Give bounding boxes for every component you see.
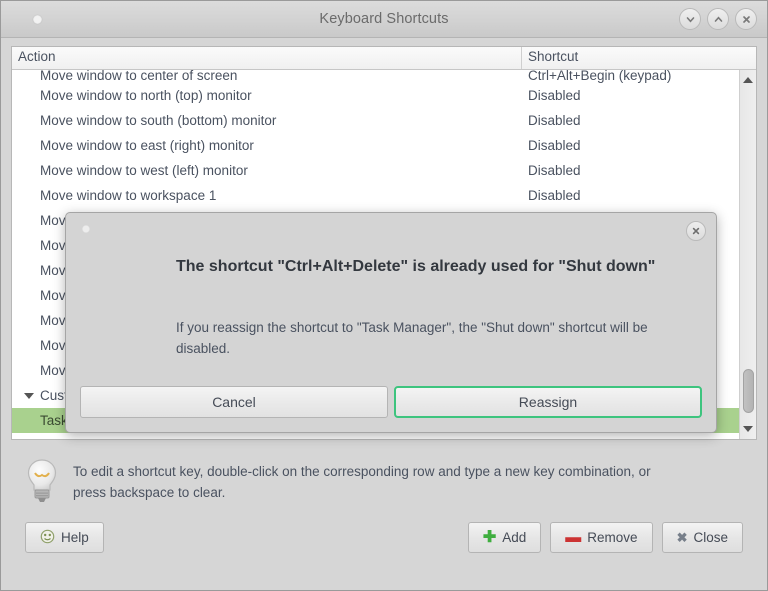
maximize-button[interactable] bbox=[707, 8, 729, 30]
dialog-primary-text: The shortcut "Ctrl+Alt+Delete" is alread… bbox=[176, 258, 656, 275]
close-button[interactable] bbox=[735, 8, 757, 30]
close-window-button[interactable]: ✖ Close bbox=[661, 522, 743, 553]
help-icon bbox=[40, 529, 55, 547]
treeview-header: Action Shortcut bbox=[12, 47, 756, 70]
close-icon bbox=[742, 15, 750, 23]
row-action-cell: Move window to workspace 1 bbox=[40, 188, 217, 203]
row-shortcut-cell: Disabled bbox=[528, 88, 581, 103]
table-row[interactable]: Move window to east (right) monitor Disab… bbox=[12, 133, 739, 158]
row-action-cell: Move window to south (bottom) monitor bbox=[40, 113, 277, 128]
row-shortcut-cell: Disabled bbox=[528, 188, 581, 203]
scrollbar-thumb[interactable] bbox=[743, 369, 754, 413]
scroll-down-arrow-icon[interactable] bbox=[740, 421, 756, 437]
dialog-cancel-button[interactable]: Cancel bbox=[80, 386, 388, 418]
help-button-label: Help bbox=[61, 530, 89, 545]
table-row[interactable]: Move window to center of screen Ctrl+Alt+… bbox=[12, 70, 739, 83]
window-title: Keyboard Shortcuts bbox=[319, 11, 449, 27]
window-titlebar: Keyboard Shortcuts bbox=[1, 1, 767, 38]
scroll-up-arrow-icon[interactable] bbox=[740, 72, 756, 88]
dialog-close-button[interactable] bbox=[686, 221, 706, 241]
table-row[interactable]: Move window to north (top) monitor Disabl… bbox=[12, 83, 739, 108]
chevron-down-icon bbox=[686, 16, 694, 22]
chevron-up-icon bbox=[714, 16, 722, 22]
add-button-label: Add bbox=[502, 530, 527, 545]
row-shortcut-cell: Disabled bbox=[528, 163, 581, 178]
treeview-scrollbar[interactable] bbox=[739, 70, 756, 439]
column-header-shortcut[interactable]: Shortcut bbox=[522, 47, 756, 69]
remove-button-label: Remove bbox=[587, 530, 638, 545]
table-row[interactable]: Move window to south (bottom) monitor Dis… bbox=[12, 108, 739, 133]
footer-button-bar: Help ✚ Add ▬ Remove ✖ Close bbox=[11, 514, 757, 590]
row-shortcut-cell: Disabled bbox=[528, 113, 581, 128]
close-button-label: Close bbox=[693, 530, 728, 545]
table-row[interactable]: Move window to west (left) monitor Disabl… bbox=[12, 158, 739, 183]
remove-button[interactable]: ▬ Remove bbox=[550, 522, 653, 553]
window-controls bbox=[679, 8, 757, 30]
dialog-reassign-button[interactable]: Reassign bbox=[393, 386, 702, 418]
table-row[interactable]: Move window to workspace 1 Disabled bbox=[12, 183, 739, 208]
minimize-button[interactable] bbox=[679, 8, 701, 30]
minus-icon: ▬ bbox=[565, 528, 582, 546]
column-header-action[interactable]: Action bbox=[12, 47, 522, 69]
row-action-cell: Move window to west (left) monitor bbox=[40, 163, 248, 178]
dialog-secondary-text: If you reassign the shortcut to "Task Ma… bbox=[176, 320, 648, 356]
lightbulb-icon bbox=[25, 457, 61, 510]
row-action-cell: Move window to center of screen bbox=[40, 70, 238, 83]
close-icon bbox=[692, 227, 700, 235]
tip-text: To edit a shortcut key, double-click on … bbox=[73, 464, 651, 500]
row-shortcut-cell: Ctrl+Alt+Begin (keypad) bbox=[528, 70, 672, 83]
keyboard-shortcuts-window: Keyboard Shortcuts Action Shortcut Move … bbox=[0, 0, 768, 591]
row-action-cell: Move window to north (top) monitor bbox=[40, 88, 252, 103]
close-x-icon: ✖ bbox=[676, 530, 688, 545]
help-button[interactable]: Help bbox=[25, 522, 104, 553]
dialog-button-row: Cancel Reassign bbox=[80, 386, 702, 418]
row-action-cell: Move window to east (right) monitor bbox=[40, 138, 254, 153]
tip-area: To edit a shortcut key, double-click on … bbox=[11, 440, 757, 514]
expander-triangle-icon[interactable] bbox=[24, 392, 34, 399]
row-shortcut-cell: Disabled bbox=[528, 138, 581, 153]
dialog-menu-dot-icon[interactable] bbox=[82, 225, 90, 233]
plus-icon: ✚ bbox=[482, 528, 497, 546]
window-menu-dot-icon[interactable] bbox=[33, 15, 42, 24]
shortcut-conflict-dialog: The shortcut "Ctrl+Alt+Delete" is alread… bbox=[65, 212, 717, 433]
add-button[interactable]: ✚ Add bbox=[467, 522, 542, 553]
